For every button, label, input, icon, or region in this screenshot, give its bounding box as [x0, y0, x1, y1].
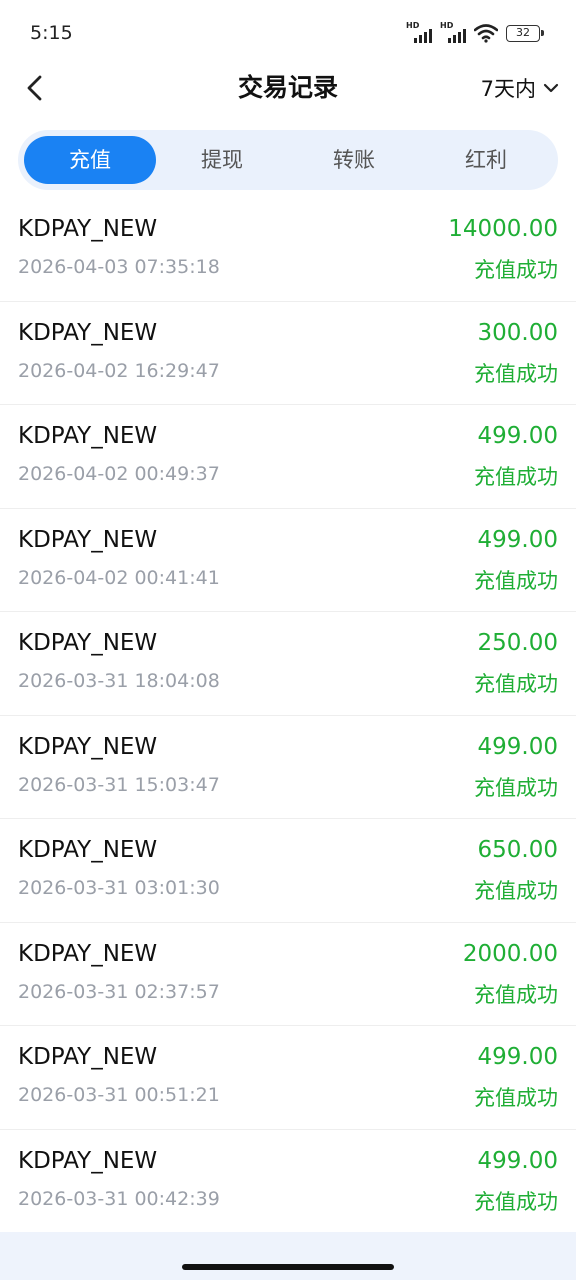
transaction-status: 充值成功	[474, 879, 558, 903]
transaction-amount: 499.00	[477, 733, 558, 760]
cellular-signal-icon: HD	[406, 21, 432, 43]
chevron-down-icon	[543, 83, 559, 93]
transaction-row[interactable]: KDPAY_NEW 2026-03-31 00:42:39 499.00 充值成…	[0, 1130, 576, 1233]
transaction-amount: 499.00	[477, 1044, 558, 1070]
transaction-time: 2026-04-02 16:29:47	[18, 359, 220, 382]
transaction-row[interactable]: KDPAY_NEW 2026-04-02 00:49:37 499.00 充值成…	[0, 405, 576, 509]
tab-withdraw[interactable]: 提现	[156, 136, 288, 184]
wifi-icon	[474, 24, 498, 43]
transaction-amount: 2000.00	[462, 940, 558, 967]
transaction-status: 充值成功	[474, 775, 558, 800]
channel-name: KDPAY_NEW	[18, 216, 158, 242]
channel-name: KDPAY_NEW	[18, 319, 158, 346]
transaction-row[interactable]: KDPAY_NEW 2026-03-31 00:51:21 499.00 充值成…	[0, 1026, 576, 1130]
home-indicator[interactable]	[182, 1264, 394, 1270]
transaction-row[interactable]: KDPAY_NEW 2026-03-31 03:01:30 650.00 充值成…	[0, 819, 576, 923]
transaction-status: 充值成功	[474, 361, 558, 386]
channel-name: KDPAY_NEW	[18, 837, 158, 863]
nav-bar: 交易记录 7天内	[0, 66, 576, 110]
range-selector[interactable]: 7天内	[481, 70, 560, 106]
transaction-time: 2026-03-31 18:04:08	[18, 670, 220, 692]
transaction-amount: 499.00	[477, 423, 558, 449]
battery-level: 32	[516, 25, 530, 39]
status-icons: HD HD 32	[406, 21, 544, 44]
transaction-time: 2026-03-31 02:37:57	[18, 980, 220, 1003]
channel-name: KDPAY_NEW	[18, 630, 158, 656]
transaction-status: 充值成功	[474, 568, 558, 593]
channel-name: KDPAY_NEW	[18, 526, 158, 553]
channel-name: KDPAY_NEW	[18, 1044, 158, 1070]
transaction-time: 2026-03-31 00:51:21	[18, 1084, 220, 1106]
battery-icon: 32	[506, 24, 544, 42]
transaction-amount: 499.00	[477, 1147, 558, 1174]
status-bar: 5:15 HD HD 32	[0, 0, 576, 66]
transaction-time: 2026-03-31 15:03:47	[18, 773, 220, 796]
transaction-time: 2026-04-02 00:41:41	[18, 566, 220, 589]
transaction-status: 充值成功	[474, 1189, 558, 1214]
transaction-status: 充值成功	[474, 258, 558, 282]
transaction-status: 充值成功	[474, 1086, 558, 1110]
transaction-row[interactable]: KDPAY_NEW 2026-04-02 00:41:41 499.00 充值成…	[0, 509, 576, 612]
transaction-amount: 300.00	[477, 319, 558, 346]
tab-transfer[interactable]: 转账	[288, 136, 420, 184]
transaction-list: KDPAY_NEW 2026-04-03 07:35:18 14000.00 充…	[0, 198, 576, 1233]
transaction-status: 充值成功	[474, 465, 558, 489]
channel-name: KDPAY_NEW	[18, 940, 158, 967]
transaction-row[interactable]: KDPAY_NEW 2026-04-03 07:35:18 14000.00 充…	[0, 198, 576, 302]
transaction-type-tabs: 充值 提现 转账 红利	[18, 130, 558, 190]
transaction-status: 充值成功	[474, 982, 558, 1007]
channel-name: KDPAY_NEW	[18, 423, 158, 449]
cellular-signal-icon: HD	[440, 21, 466, 43]
transaction-amount: 499.00	[477, 526, 558, 553]
transaction-time: 2026-03-31 03:01:30	[18, 877, 220, 899]
transaction-amount: 250.00	[477, 630, 558, 656]
transaction-amount: 650.00	[477, 837, 558, 863]
transaction-row[interactable]: KDPAY_NEW 2026-03-31 15:03:47 499.00 充值成…	[0, 716, 576, 819]
transaction-status: 充值成功	[474, 672, 558, 696]
transaction-row[interactable]: KDPAY_NEW 2026-04-02 16:29:47 300.00 充值成…	[0, 302, 576, 405]
bottom-area	[0, 1232, 576, 1280]
transaction-row[interactable]: KDPAY_NEW 2026-03-31 18:04:08 250.00 充值成…	[0, 612, 576, 716]
tab-recharge[interactable]: 充值	[24, 136, 156, 184]
tab-bonus[interactable]: 红利	[420, 136, 552, 184]
transaction-time: 2026-04-02 00:49:37	[18, 463, 220, 485]
transaction-time: 2026-04-03 07:35:18	[18, 256, 220, 278]
channel-name: KDPAY_NEW	[18, 733, 158, 760]
channel-name: KDPAY_NEW	[18, 1147, 158, 1174]
transaction-row[interactable]: KDPAY_NEW 2026-03-31 02:37:57 2000.00 充值…	[0, 923, 576, 1026]
range-label: 7天内	[480, 77, 536, 101]
transaction-amount: 14000.00	[448, 216, 558, 242]
transaction-time: 2026-03-31 00:42:39	[18, 1187, 220, 1210]
status-time: 5:15	[30, 22, 73, 44]
